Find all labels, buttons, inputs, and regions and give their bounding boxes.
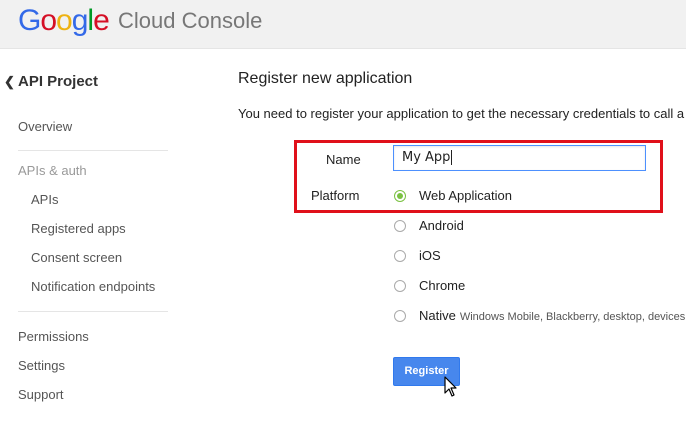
sidebar-item-registered-apps[interactable]: Registered apps: [31, 221, 126, 236]
radio-label-ios[interactable]: iOS: [419, 248, 441, 263]
mouse-pointer-icon: [444, 376, 457, 397]
highlight-box: [294, 140, 663, 213]
radio-native[interactable]: [394, 310, 406, 322]
sidebar-divider: [18, 150, 168, 151]
logo-letter: o: [56, 4, 73, 37]
sidebar-item-support[interactable]: Support: [18, 387, 64, 402]
sidebar-item-notification-endpoints[interactable]: Notification endpoints: [31, 279, 155, 294]
top-header: Google Cloud Console: [0, 0, 686, 49]
sidebar-item-apis[interactable]: APIs: [31, 192, 58, 207]
radio-chrome[interactable]: [394, 280, 406, 292]
radio-label-native[interactable]: Native Windows Mobile, Blackberry, deskto…: [419, 308, 686, 323]
chevron-left-icon: ❮: [4, 74, 15, 89]
project-name: API Project: [18, 73, 99, 90]
back-to-project-link[interactable]: ❮ API Project: [4, 73, 98, 90]
sidebar-item-permissions[interactable]: Permissions: [18, 329, 89, 344]
radio-android[interactable]: [394, 220, 406, 232]
native-label: Native: [419, 308, 456, 323]
radio-label-chrome[interactable]: Chrome: [419, 278, 465, 293]
product-name: Cloud Console: [118, 8, 263, 33]
logo-letter: o: [40, 4, 57, 37]
native-sublabel: Windows Mobile, Blackberry, desktop, dev…: [459, 311, 686, 323]
page-description: You need to register your application to…: [238, 106, 685, 121]
page-title: Register new application: [238, 70, 413, 87]
google-logo[interactable]: Google: [18, 3, 110, 39]
logo-letter: g: [71, 4, 89, 37]
sidebar-section-apis-auth[interactable]: APIs & auth: [18, 163, 87, 178]
sidebar-item-settings[interactable]: Settings: [18, 358, 65, 373]
logo-letter: e: [93, 4, 110, 37]
sidebar-item-consent-screen[interactable]: Consent screen: [31, 250, 122, 265]
radio-ios[interactable]: [394, 250, 406, 262]
logo-letter: G: [18, 4, 41, 37]
radio-label-android[interactable]: Android: [419, 218, 464, 233]
sidebar-divider: [18, 311, 168, 312]
sidebar-item-overview[interactable]: Overview: [18, 119, 72, 134]
